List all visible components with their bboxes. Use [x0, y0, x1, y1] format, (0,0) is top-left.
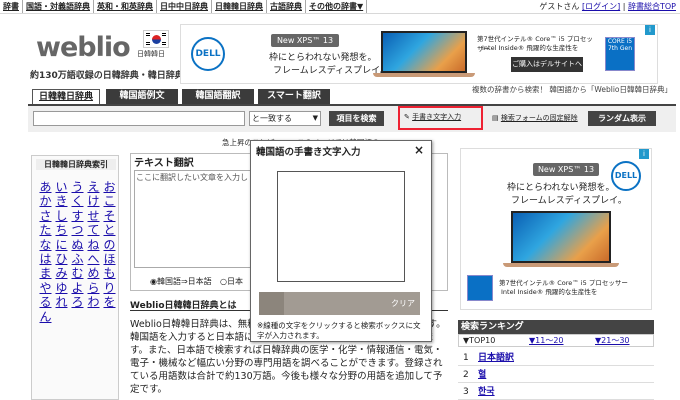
clear-button[interactable]: クリア	[391, 298, 415, 309]
side-laptop-image	[511, 211, 611, 263]
dictionary-top-link[interactable]: 辞書総合TOP	[628, 2, 676, 11]
fix-form-button[interactable]: ▤ 検索フォームの固定解除	[492, 113, 578, 123]
intel-badge-text: CORE i5 7th Gen	[607, 38, 633, 52]
user-area: ゲストさん [ログイン] | 辞書総合TOP	[539, 2, 676, 11]
nav-korean-dictionary[interactable]: 日韓韓日辞典	[212, 0, 267, 13]
ad-cpu-line2: Intel Inside® 飛躍的な生産性を	[482, 44, 579, 52]
ad-cta-button[interactable]: ご購入はデルサイトへ	[511, 57, 583, 72]
side-ad-subhead: フレームレスディスプレイ。	[511, 196, 627, 206]
index-title: 日韓韓日辞典索引	[36, 159, 116, 170]
side-ad[interactable]: New XPS™ 13 DELL 枠にとらわれない発想を。 フレームレスディスプ…	[460, 148, 652, 310]
index-kana-link[interactable]: わ	[86, 293, 101, 310]
tab-korean-examples[interactable]: 韓国語例文	[106, 89, 178, 104]
rank-number: 1	[463, 353, 469, 363]
index-kana-link[interactable]: ん	[38, 308, 53, 325]
nav-classical-dictionary[interactable]: 古語辞典	[267, 0, 306, 13]
ranking-row[interactable]: 2혈	[458, 367, 654, 383]
ranking-tab-top10[interactable]: ▼TOP10	[463, 335, 495, 347]
ad-info-icon[interactable]: i	[645, 25, 655, 35]
tab-korean-translation[interactable]: 韓国語翻訳	[182, 89, 254, 104]
pencil-icon: ✎	[404, 113, 410, 121]
popup-title: 韓国語の手書き文字入力	[256, 147, 361, 158]
intel-badge-icon	[467, 275, 493, 301]
rank-word[interactable]: 혈	[478, 367, 486, 383]
login-link[interactable]: [ログイン]	[582, 2, 620, 11]
side-ad-cpu-line2: Intel Inside® 飛躍的な生産性を	[501, 288, 598, 296]
tagline: 約130万語収録の日韓辞典・韓日辞典	[30, 71, 184, 81]
laptop-image	[381, 31, 467, 73]
ranking-heading: 検索ランキング	[458, 320, 654, 334]
match-mode-select[interactable]: と一致する ▼	[249, 111, 321, 126]
match-mode-value: と一致する	[252, 114, 292, 123]
index-kana-link[interactable]: れ	[54, 293, 69, 310]
handwriting-canvas[interactable]	[277, 171, 405, 282]
ranking-row[interactable]: 1 日本語訳	[458, 350, 654, 366]
form-icon: ▤	[492, 114, 499, 122]
close-icon[interactable]: ×	[414, 144, 424, 156]
rank-word[interactable]: 日本語訳	[478, 350, 514, 366]
index-kana-link[interactable]: ろ	[70, 293, 85, 310]
side-ad-model: New XPS™ 13	[533, 163, 599, 176]
ad-model: New XPS™ 13	[271, 34, 339, 47]
rank-number: 3	[463, 387, 469, 397]
intel-badge-icon: CORE i5 7th Gen	[605, 37, 635, 71]
tab-korean-dictionary[interactable]: 日韓韓日辞典	[32, 89, 100, 104]
handwriting-label: 手書き文字入力	[412, 113, 462, 121]
search-button[interactable]: 項目を検索	[329, 111, 384, 126]
radio-ko-ja-label: 韓国語⇒日本語	[156, 277, 212, 286]
nav-dictionary[interactable]: 辞書	[0, 0, 23, 13]
popup-note: ※線種の文字をクリックすると検索ボックスに文字が入力されます。	[257, 321, 421, 340]
breadcrumb: 複数の辞書から検索！ 韓国語から「Weblio日韓韓日辞典」	[472, 85, 672, 94]
ranking-tabs: ▼TOP10 ▼11〜20 ▼21〜30	[458, 334, 654, 347]
candidate-left[interactable]	[259, 292, 284, 315]
fix-form-label: 検索フォームの固定解除	[500, 114, 578, 122]
nav-japanese-dictionary[interactable]: 国語・対義語辞典	[23, 0, 94, 13]
side-ad-headline: 枠にとらわれない発想を。	[507, 183, 615, 193]
rank-word[interactable]: 한국	[478, 384, 495, 400]
dell-logo-icon: DELL	[611, 161, 641, 191]
translate-heading: テキスト翻訳	[134, 158, 194, 169]
ranking-tab-11-20[interactable]: ▼11〜20	[529, 335, 564, 347]
rank-number: 2	[463, 370, 469, 380]
banner-ad[interactable]: DELL New XPS™ 13 枠にとらわれない発想を。 フレームレスディスプ…	[180, 24, 658, 84]
korea-flag-icon	[143, 30, 169, 48]
radio-ko-ja[interactable]: ◉韓国語⇒日本語	[150, 276, 212, 287]
nav-other-dictionaries[interactable]: その他の辞書▼	[306, 0, 368, 13]
nav-chinese-dictionary[interactable]: 日中中日辞典	[157, 0, 212, 13]
ad-headline: 枠にとらわれない発想を。	[269, 53, 377, 63]
dell-logo-icon: DELL	[191, 37, 225, 71]
ranking-row[interactable]: 3 한국	[458, 384, 654, 400]
flag-caption: 日韓韓日	[137, 50, 165, 58]
handwriting-button[interactable]: ✎ 手書き文字入力	[404, 112, 461, 122]
nav-english-dictionary[interactable]: 英和・和英辞典	[94, 0, 157, 13]
weblio-logo[interactable]: weblio	[36, 32, 131, 63]
index-kana-link[interactable]: を	[102, 293, 117, 310]
ad-subhead: フレームレスディスプレイ。	[273, 66, 389, 76]
random-button[interactable]: ランダム表示	[588, 111, 656, 126]
ranking-tab-21-30[interactable]: ▼21〜30	[595, 335, 630, 347]
radio-ja-ko[interactable]: ○日本	[220, 276, 243, 287]
chevron-down-icon: ▼	[312, 114, 318, 122]
guest-label: ゲストさん	[539, 2, 580, 11]
ad-info-icon[interactable]: i	[639, 149, 649, 159]
search-input[interactable]	[33, 111, 245, 126]
kana-index: 日韓韓日辞典索引 あいうえおかきくけこさしすせそたちつてとなにぬねのはひふへほま…	[31, 155, 119, 400]
tab-smart-translation[interactable]: スマート翻訳	[258, 89, 330, 104]
radio-ja-ko-label: 日本	[226, 277, 243, 286]
translate-textarea[interactable]: ここに翻訳したい文章を入力し	[134, 170, 252, 268]
